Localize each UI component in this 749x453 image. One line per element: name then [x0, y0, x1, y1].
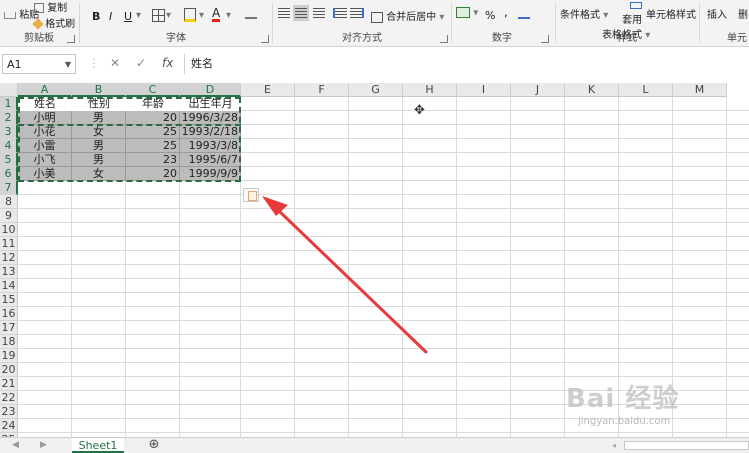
next-sheet-icon[interactable]: ▶: [40, 438, 47, 453]
watermark: Bai 经验 jingyan.baidu.com: [566, 378, 746, 433]
watermark-logo: Bai 经验: [566, 384, 680, 414]
scroll-left-icon[interactable]: ◂: [612, 442, 618, 450]
prev-sheet-icon[interactable]: ◀: [12, 438, 19, 453]
horizontal-scrollbar[interactable]: [624, 441, 749, 450]
add-sheet-icon[interactable]: ⊕: [146, 438, 162, 452]
watermark-url: jingyan.baidu.com: [578, 416, 671, 427]
sheet-tab-bar: ◀ ▶ Sheet1 ⊕ ◂: [0, 437, 749, 453]
sheet-tab[interactable]: Sheet1: [72, 438, 124, 453]
